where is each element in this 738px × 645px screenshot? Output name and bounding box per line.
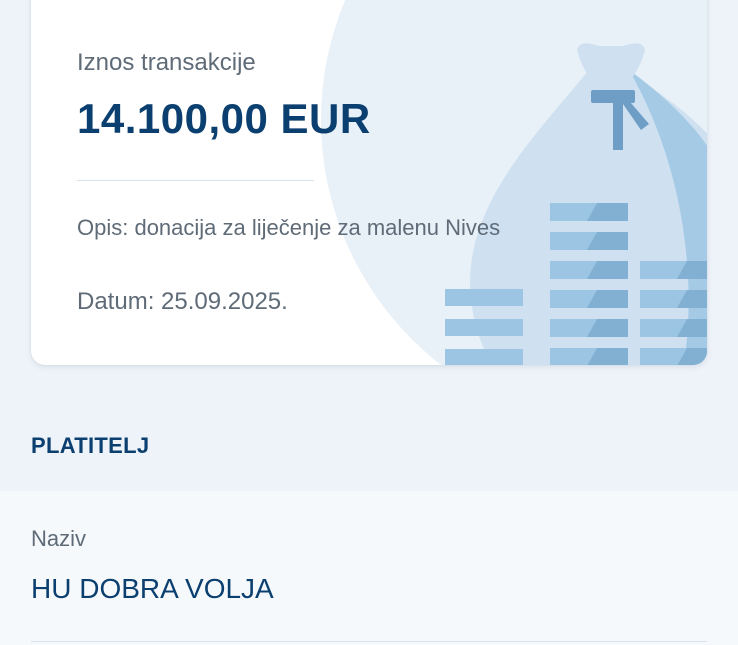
payer-panel-divider	[31, 641, 707, 642]
payer-name-label: Naziv	[31, 526, 87, 551]
coin-stack-left	[445, 289, 523, 365]
transaction-card: Iznos transakcije 14.100,00 EUR Opis: do…	[31, 0, 707, 365]
transaction-date: Datum: 25.09.2025.	[77, 288, 288, 315]
payer-section-title: PLATITELJ	[31, 433, 150, 458]
transaction-description: Opis: donacija za liječenje za malenu Ni…	[77, 215, 501, 240]
card-divider	[77, 180, 314, 181]
amount-value: 14.100,00 EUR	[77, 95, 371, 142]
payer-panel	[0, 491, 738, 645]
amount-label: Iznos transakcije	[77, 49, 256, 76]
payer-name-value: HU DOBRA VOLJA	[31, 573, 274, 604]
